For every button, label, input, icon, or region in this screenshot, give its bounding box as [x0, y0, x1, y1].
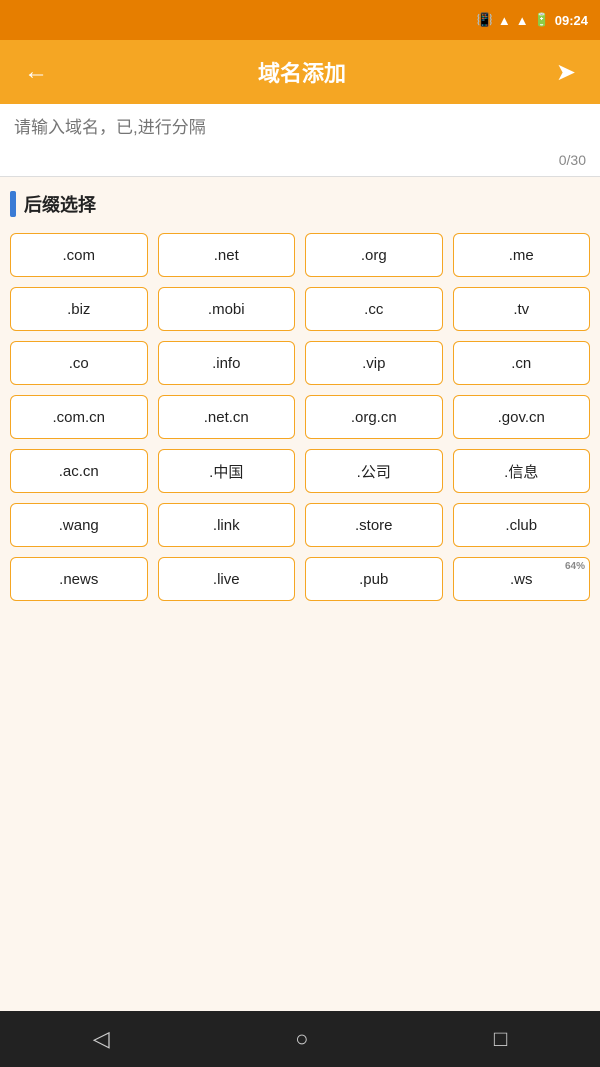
wifi-icon: ▲: [498, 13, 511, 28]
bottom-nav: ◁ ○ □: [0, 1011, 600, 1067]
tld-button[interactable]: .com.cn: [10, 395, 148, 439]
tld-button[interactable]: .gov.cn: [453, 395, 591, 439]
tld-button[interactable]: .news: [10, 557, 148, 601]
tld-button[interactable]: .mobi: [158, 287, 296, 331]
tld-button[interactable]: .org.cn: [305, 395, 443, 439]
content-area: 后缀选择 .com.net.org.me .biz.mobi.cc.tv .co.i…: [0, 177, 600, 1011]
status-bar: 📳 ▲ ▲ 🔋 09:24: [0, 0, 600, 40]
tld-button[interactable]: .信息: [453, 449, 591, 493]
vibrate-icon: 📳: [477, 12, 493, 28]
tld-button[interactable]: .ws64%: [453, 557, 591, 601]
tld-button[interactable]: .vip: [305, 341, 443, 385]
tld-button[interactable]: .tv: [453, 287, 591, 331]
time-display: 09:24: [555, 13, 588, 28]
tld-button[interactable]: .org: [305, 233, 443, 277]
signal-icon: ▲: [516, 13, 529, 28]
tld-badge: 64%: [565, 561, 585, 572]
page-title: 域名添加: [258, 56, 346, 88]
tld-button[interactable]: .live: [158, 557, 296, 601]
tld-button[interactable]: .中国: [158, 449, 296, 493]
tld-button[interactable]: .pub: [305, 557, 443, 601]
section-title: 后缀选择: [24, 191, 96, 217]
section-header: 后缀选择: [10, 191, 590, 217]
char-count: 0/30: [14, 148, 586, 176]
tld-grid: .com.net.org.me .biz.mobi.cc.tv .co.info.v…: [10, 233, 590, 601]
tld-button[interactable]: .wang: [10, 503, 148, 547]
tld-button[interactable]: .me: [453, 233, 591, 277]
battery-icon: 🔋: [534, 12, 550, 28]
tld-button[interactable]: .link: [158, 503, 296, 547]
tld-button[interactable]: .公司: [305, 449, 443, 493]
nav-back-button[interactable]: ◁: [73, 1018, 130, 1060]
tld-button[interactable]: .store: [305, 503, 443, 547]
tld-button[interactable]: .info: [158, 341, 296, 385]
tld-button[interactable]: .club: [453, 503, 591, 547]
tld-button[interactable]: .net: [158, 233, 296, 277]
back-button[interactable]: ←: [16, 54, 56, 90]
tld-button[interactable]: .net.cn: [158, 395, 296, 439]
send-button[interactable]: ➤: [548, 54, 584, 91]
section-bar-icon: [10, 191, 16, 217]
tld-button[interactable]: .cn: [453, 341, 591, 385]
tld-button[interactable]: .cc: [305, 287, 443, 331]
nav-home-button[interactable]: ○: [275, 1018, 328, 1060]
tld-button[interactable]: .com: [10, 233, 148, 277]
top-bar: ← 域名添加 ➤: [0, 40, 600, 104]
input-area: 0/30: [0, 104, 600, 177]
domain-input[interactable]: [14, 118, 586, 148]
tld-button[interactable]: .co: [10, 341, 148, 385]
tld-button[interactable]: .biz: [10, 287, 148, 331]
tld-button[interactable]: .ac.cn: [10, 449, 148, 493]
status-icons: 📳 ▲ ▲ 🔋 09:24: [477, 12, 588, 28]
nav-recent-button[interactable]: □: [474, 1018, 527, 1060]
